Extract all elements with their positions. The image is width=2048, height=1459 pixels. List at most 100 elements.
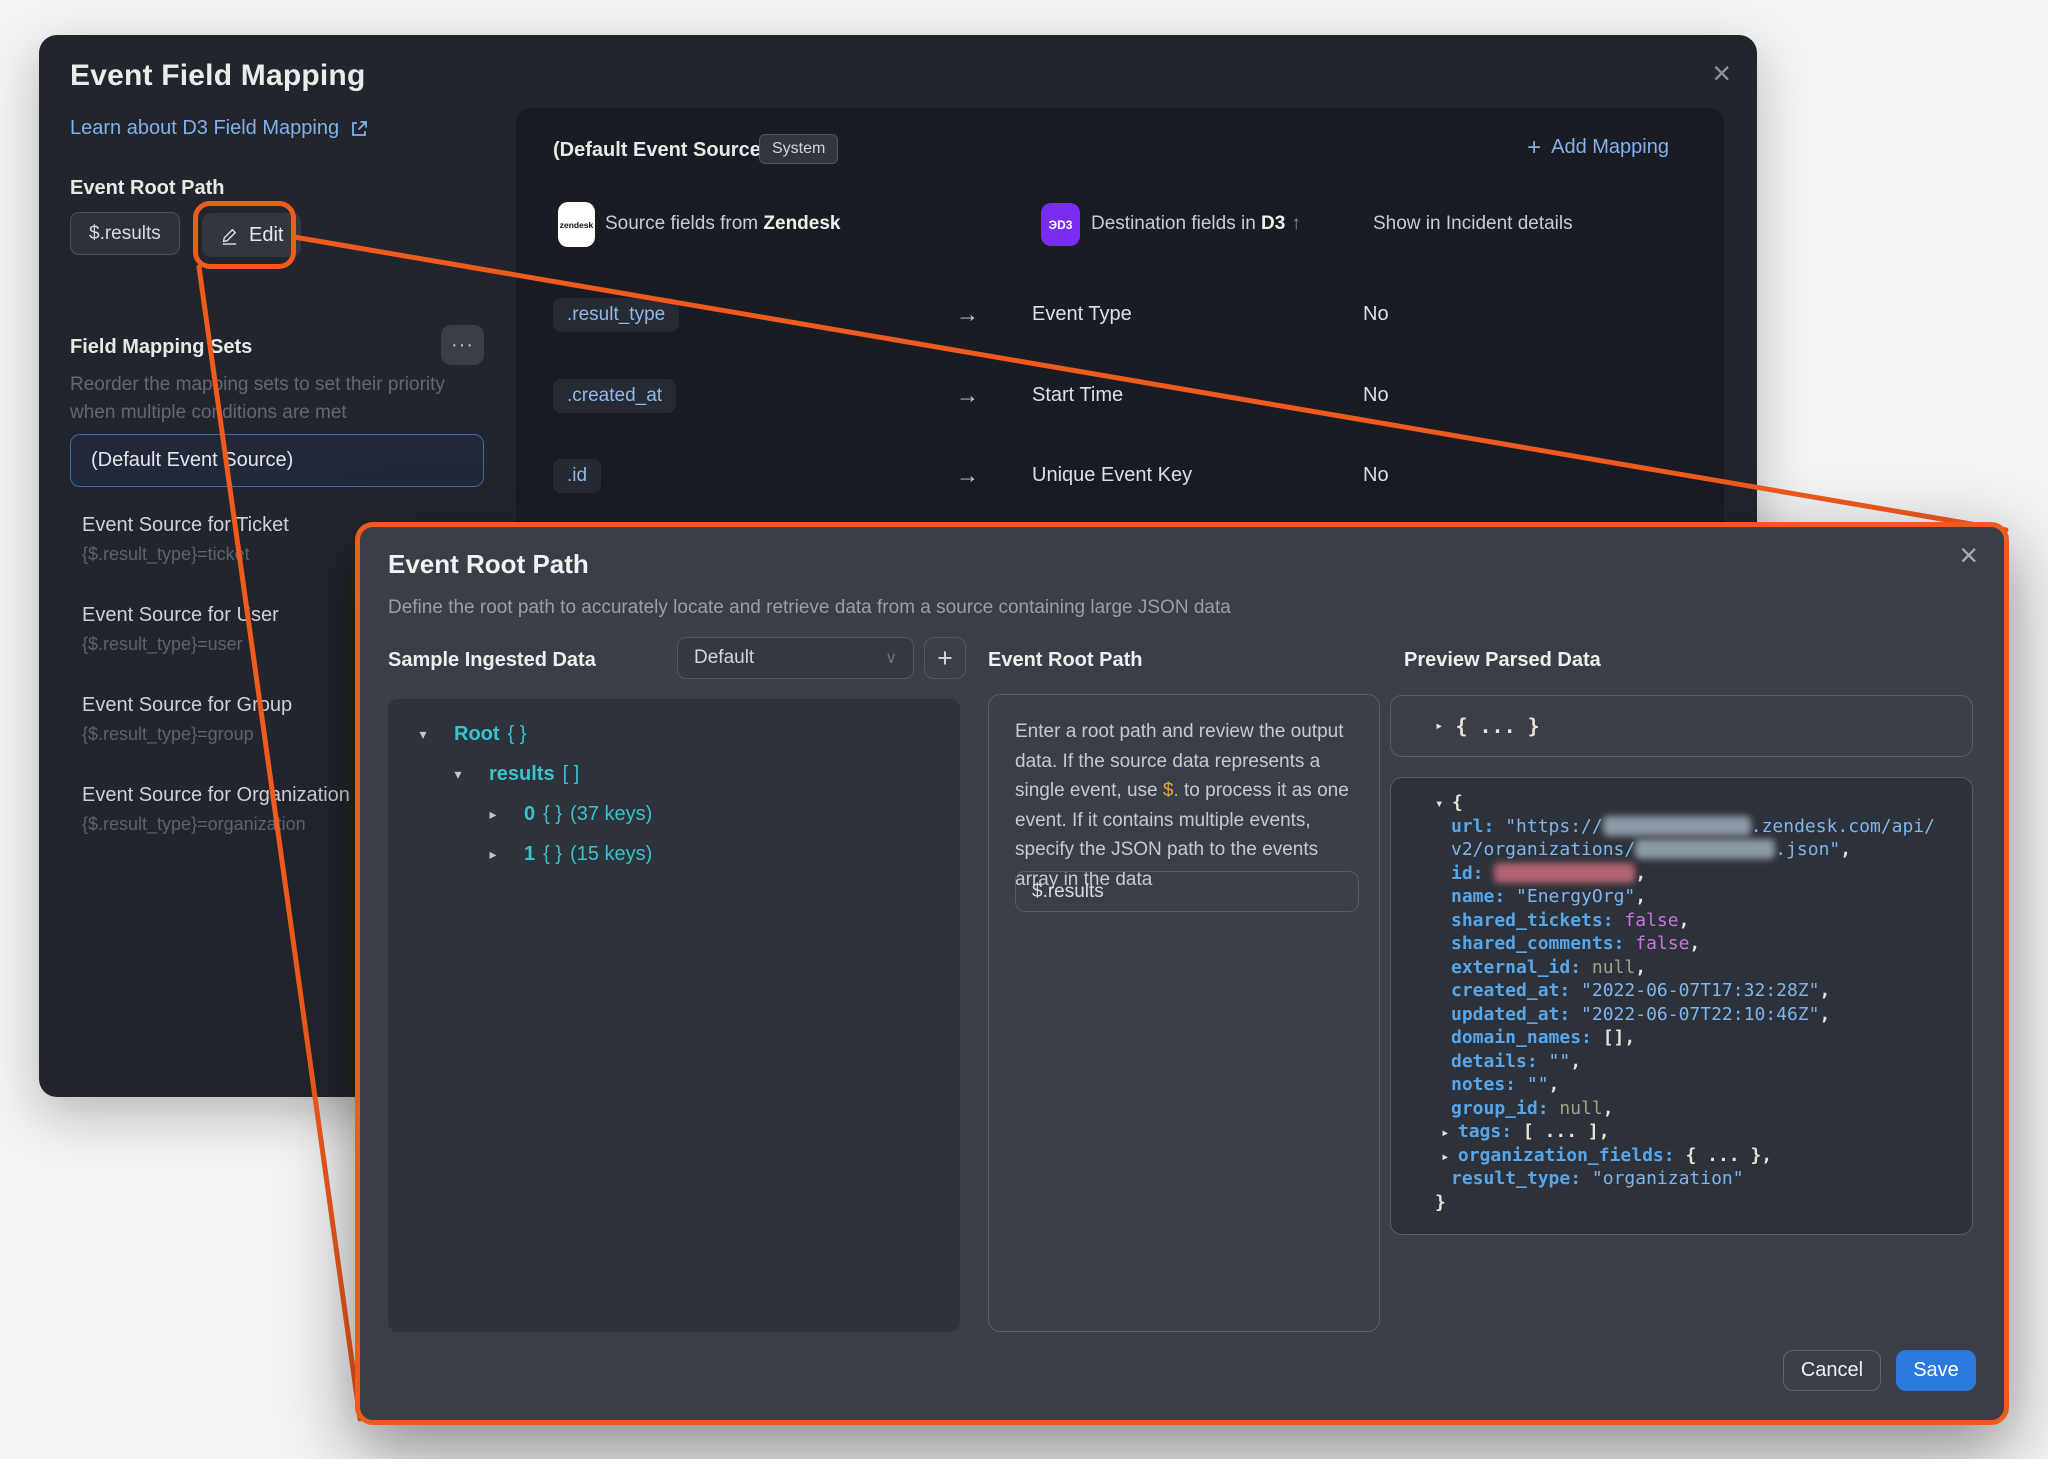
edit-button[interactable]: Edit: [202, 213, 301, 257]
json-token: ,: [1819, 1004, 1830, 1025]
json-line: id: ,: [1391, 862, 1972, 886]
json-line: shared_comments: false,: [1391, 932, 1972, 956]
tree-node[interactable]: ▸ 0 { } (37 keys): [388, 794, 960, 834]
json-line: shared_tickets: false,: [1391, 909, 1972, 933]
caret-down-icon[interactable]: ▾: [447, 766, 469, 783]
json-token: [],: [1603, 1027, 1636, 1048]
event-root-path-label: Event Root Path: [70, 177, 224, 200]
json-caret-icon[interactable]: ▾: [1435, 796, 1452, 812]
mapping-row: .result_type→Event TypeNo: [516, 298, 1724, 332]
mapping-set-item[interactable]: Event Source for Ticket{$.result_type}=t…: [82, 513, 350, 565]
json-tree-panel: ▾Root{ }▾results[ ]▸0{ }(37 keys)▸1{ }(1…: [388, 699, 960, 1332]
redacted-text: [1603, 816, 1751, 836]
show-in-incident-value: No: [1363, 464, 1389, 487]
json-token: result_type:: [1451, 1168, 1592, 1189]
mapping-set-item[interactable]: Event Source for Group{$.result_type}=gr…: [82, 693, 350, 745]
tree-node-name: 0: [524, 803, 535, 826]
more-options-icon[interactable]: ···: [441, 325, 484, 365]
json-line: name: "EnergyOrg",: [1391, 885, 1972, 909]
json-line: group_id: null,: [1391, 1097, 1972, 1121]
tree-node-name: Root: [454, 723, 500, 746]
tree-node-bracket: { }: [543, 843, 562, 866]
show-column-header: Show in Incident details: [1373, 213, 1573, 235]
source-field-chip: .id: [553, 459, 601, 493]
json-token: .zendesk.com/api/: [1751, 816, 1935, 837]
preview-collapsed-row[interactable]: ▸ { ... }: [1390, 695, 1973, 757]
json-token: false: [1624, 910, 1678, 931]
json-token: shared_comments:: [1451, 933, 1635, 954]
field-mapping-sets-description: Reorder the mapping sets to set their pr…: [70, 371, 470, 427]
json-line: updated_at: "2022-06-07T22:10:46Z",: [1391, 1003, 1972, 1027]
mapping-set-item[interactable]: Event Source for Organization{$.result_t…: [82, 783, 350, 835]
arrow-right-icon: →: [956, 462, 979, 489]
mapping-set-item-selected[interactable]: (Default Event Source): [70, 434, 484, 487]
tree-node[interactable]: ▸1{ }(15 keys): [388, 834, 960, 874]
caret-right-icon[interactable]: ▸: [1435, 718, 1443, 734]
mapping-set-list: Event Source for Ticket{$.result_type}=t…: [82, 513, 350, 873]
event-root-path-dialog: × Event Root Path Define the root path t…: [355, 522, 2009, 1425]
mapping-set-title: Event Source for Ticket: [82, 513, 350, 538]
json-token: {: [1452, 792, 1463, 813]
mapping-row: .created_at→Start TimeNo: [516, 379, 1724, 413]
mapping-set-item[interactable]: Event Source for User {$.result_type}=use…: [82, 603, 350, 655]
json-token: false: [1635, 933, 1689, 954]
caret-right-icon[interactable]: ▸: [482, 806, 504, 823]
mapping-row: .id→Unique Event KeyNo: [516, 459, 1724, 493]
json-token: "": [1527, 1074, 1549, 1095]
json-token: notes:: [1451, 1074, 1527, 1095]
json-token: null: [1559, 1098, 1602, 1119]
json-token: url:: [1451, 816, 1505, 837]
close-icon[interactable]: ×: [1712, 57, 1731, 89]
arrow-right-icon: →: [956, 301, 979, 328]
zendesk-logo: zendesk: [558, 202, 595, 247]
json-token: null: [1592, 957, 1635, 978]
tree-node-keys: (15 keys): [570, 843, 652, 866]
cancel-button[interactable]: Cancel: [1783, 1350, 1881, 1391]
json-caret-icon[interactable]: ▸: [1441, 1125, 1458, 1141]
screen: × Event Field Mapping Learn about D3 Fie…: [0, 0, 2048, 1459]
json-token: created_at:: [1451, 980, 1581, 1001]
add-mapping-button[interactable]: + Add Mapping: [1527, 136, 1669, 159]
mapping-set-title: Event Source for Organization: [82, 783, 350, 808]
mapping-set-title: Event Source for Group: [82, 693, 350, 718]
add-sample-button[interactable]: +: [924, 637, 966, 679]
mapping-set-condition: {$.result_type}=user: [82, 634, 350, 655]
tree-node-keys: (37 keys): [570, 803, 652, 826]
dollar-highlight: $.: [1163, 780, 1179, 801]
field-mapping-sets-heading: Field Mapping Sets: [70, 336, 252, 359]
caret-right-icon[interactable]: ▸: [482, 846, 504, 863]
save-button[interactable]: Save: [1896, 1350, 1976, 1391]
json-token: ,: [1819, 980, 1830, 1001]
tree-node[interactable]: ▾results[ ]: [388, 754, 960, 794]
json-token: ,: [1603, 1098, 1614, 1119]
caret-down-icon[interactable]: ▾: [412, 726, 434, 743]
root-path-input[interactable]: [1015, 871, 1359, 912]
d3-logo: ЭD3: [1041, 203, 1080, 246]
event-root-path-value-chip: $.results: [70, 212, 180, 255]
json-token: "EnergyOrg": [1516, 886, 1635, 907]
json-token: organization_fields:: [1458, 1145, 1686, 1166]
json-token: "organization": [1592, 1168, 1744, 1189]
chevron-down-icon: ∨: [885, 648, 897, 668]
external-link-icon: [349, 119, 369, 139]
destination-column-header[interactable]: Destination fields in D3↑: [1091, 213, 1301, 235]
json-caret-icon[interactable]: ▸: [1441, 1149, 1458, 1165]
mapping-set-title: Event Source for User: [82, 603, 350, 628]
tree-node-bracket: { }: [543, 803, 562, 826]
tree-node[interactable]: ▾Root{ }: [388, 714, 960, 754]
json-line: notes: "",: [1391, 1073, 1972, 1097]
close-icon[interactable]: ×: [1959, 539, 1978, 571]
json-token: group_id:: [1451, 1098, 1559, 1119]
preview-json-panel: ▾ {url: "https://.zendesk.com/api/v2/org…: [1390, 777, 1973, 1235]
preview-parsed-data-label: Preview Parsed Data: [1404, 649, 1601, 672]
sample-select[interactable]: Default ∨: [677, 637, 914, 679]
event-root-path-section-label: Event Root Path: [988, 649, 1142, 672]
json-token: "": [1549, 1051, 1571, 1072]
pencil-icon: [220, 226, 239, 245]
json-token: .json": [1775, 839, 1840, 860]
learn-link[interactable]: Learn about D3 Field Mapping: [70, 117, 369, 140]
page-title: Event Field Mapping: [70, 59, 365, 93]
json-token: { ... },: [1685, 1145, 1772, 1166]
json-token: ,: [1570, 1051, 1581, 1072]
json-line: url: "https://.zendesk.com/api/: [1391, 815, 1972, 839]
